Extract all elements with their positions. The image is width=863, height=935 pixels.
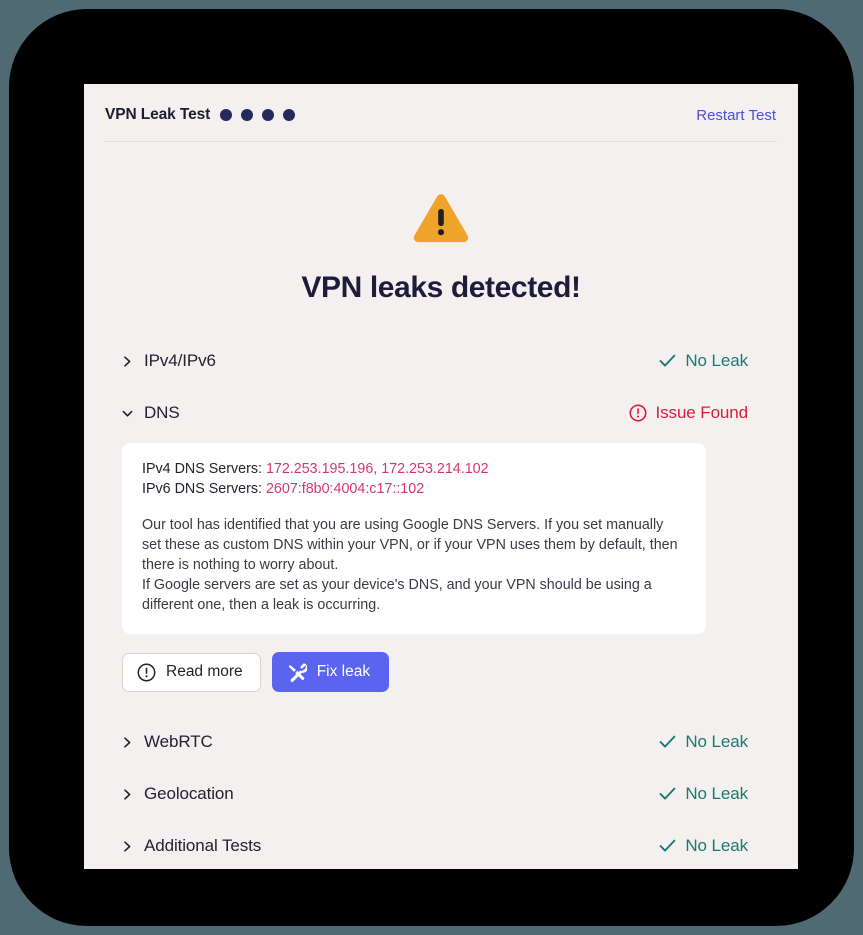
- test-row-geolocation[interactable]: Geolocation No Leak: [122, 768, 774, 820]
- check-icon: [659, 354, 676, 368]
- brand-dot-1: [220, 109, 233, 121]
- check-icon: [659, 735, 676, 749]
- status-text: Issue Found: [655, 403, 749, 422]
- read-more-button[interactable]: Read more: [122, 652, 261, 692]
- test-row-ipv4-ipv6[interactable]: IPv4/IPv6 No Leak: [122, 335, 774, 387]
- test-row-left: Additional Tests: [122, 836, 261, 856]
- test-label: IPv4/IPv6: [144, 351, 216, 370]
- check-icon: [659, 839, 676, 853]
- dns-action-buttons: Read more Fix leak: [122, 652, 774, 692]
- brand-dot-4: [283, 109, 296, 121]
- status-badge: No Leak: [659, 784, 774, 804]
- chevron-down-icon: [122, 408, 133, 419]
- chevron-right-icon: [122, 788, 133, 800]
- ipv4-dns-value: 172.253.195.196, 172.253.214.102: [265, 461, 489, 477]
- chevron-right-icon: [122, 355, 133, 367]
- test-row-left: WebRTC: [122, 732, 213, 752]
- warning-triangle-icon: [84, 193, 798, 245]
- test-label: WebRTC: [144, 732, 213, 751]
- fix-leak-label: Fix leak: [316, 663, 371, 680]
- chevron-right-icon: [122, 840, 133, 852]
- dns-note-paragraph-1: Our tool has identified that you are usi…: [142, 517, 678, 573]
- brand-dot-2: [241, 109, 254, 121]
- test-list-secondary: WebRTC No Leak Geolocation No Leak Addit…: [84, 716, 798, 872]
- test-label: Additional Tests: [144, 836, 262, 855]
- brand-dot-3: [262, 109, 275, 121]
- ipv6-dns-label: IPv6 DNS Servers:: [142, 481, 262, 497]
- status-text: No Leak: [685, 732, 748, 751]
- hammer-wrench-icon: [287, 662, 307, 682]
- dns-detail-panel: IPv4 DNS Servers: 172.253.195.196, 172.2…: [84, 443, 798, 692]
- fix-leak-button[interactable]: Fix leak: [271, 652, 390, 692]
- test-row-additional-tests[interactable]: Additional Tests No Leak: [122, 820, 774, 872]
- dns-servers: IPv4 DNS Servers: 172.253.195.196, 172.2…: [142, 459, 686, 499]
- test-row-left: DNS: [122, 403, 180, 423]
- device-frame: VPN Leak Test Restart Test VPN leaks det…: [9, 9, 854, 926]
- status-text: No Leak: [685, 784, 748, 803]
- status-badge: Issue Found: [629, 403, 774, 423]
- restart-test-link[interactable]: Restart Test: [696, 107, 776, 124]
- ipv6-dns-row: IPv6 DNS Servers: 2607:f8b0:4004:c17::10…: [142, 479, 686, 499]
- test-label: Geolocation: [144, 784, 234, 803]
- chevron-right-icon: [122, 736, 133, 748]
- read-more-label: Read more: [166, 663, 243, 680]
- brand: VPN Leak Test: [105, 106, 296, 124]
- status-badge: No Leak: [659, 836, 774, 856]
- brand-dots-indicator: [220, 109, 296, 121]
- dns-info-box: IPv4 DNS Servers: 172.253.195.196, 172.2…: [122, 443, 706, 634]
- check-icon: [659, 787, 676, 801]
- test-label: DNS: [144, 403, 180, 422]
- brand-title: VPN Leak Test: [105, 106, 211, 123]
- dns-explanation: Our tool has identified that you are usi…: [142, 515, 686, 615]
- dns-note-paragraph-2: If Google servers are set as your device…: [142, 577, 652, 613]
- alert-circle-icon: [137, 663, 156, 682]
- status-text: No Leak: [685, 836, 748, 855]
- status-badge: No Leak: [659, 351, 774, 371]
- status-text: No Leak: [685, 351, 748, 370]
- status-badge: No Leak: [659, 732, 774, 752]
- test-row-webrtc[interactable]: WebRTC No Leak: [122, 716, 774, 768]
- page-title: VPN leaks detected!: [301, 271, 581, 304]
- test-row-dns[interactable]: DNS Issue Found: [122, 387, 774, 439]
- ipv4-dns-row: IPv4 DNS Servers: 172.253.195.196, 172.2…: [142, 459, 686, 479]
- card-header: VPN Leak Test Restart Test: [84, 84, 798, 132]
- alert-circle-icon: [629, 404, 647, 422]
- test-row-left: IPv4/IPv6: [122, 351, 216, 371]
- ipv4-dns-label: IPv4 DNS Servers:: [142, 461, 262, 477]
- hero-section: VPN leaks detected!: [84, 142, 798, 305]
- test-list: IPv4/IPv6 No Leak DNS Issue Found: [84, 335, 798, 439]
- test-row-left: Geolocation: [122, 784, 234, 804]
- vpn-leak-test-card: VPN Leak Test Restart Test VPN leaks det…: [84, 84, 798, 869]
- ipv6-dns-value: 2607:f8b0:4004:c17::102: [265, 481, 425, 497]
